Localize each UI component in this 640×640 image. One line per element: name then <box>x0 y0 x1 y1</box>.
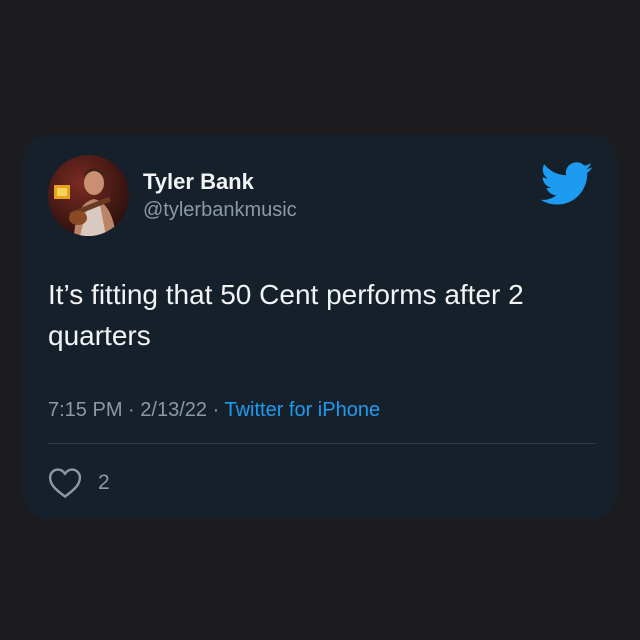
display-name[interactable]: Tyler Bank <box>143 169 254 195</box>
tweet-text: It’s fitting that 50 Cent performs after… <box>48 279 524 351</box>
tweet-metadata: 7:15 PM · 2/13/22 · Twitter for iPhone <box>48 399 380 422</box>
avatar-photo <box>48 155 129 236</box>
twitter-bird-icon[interactable] <box>540 162 594 206</box>
like-action[interactable]: 2 <box>48 467 110 499</box>
meta-separator: · <box>128 399 135 421</box>
divider <box>48 443 596 444</box>
avatar[interactable] <box>48 155 129 236</box>
tweet-date[interactable]: 2/13/22 <box>140 399 207 421</box>
meta-separator: · <box>212 399 220 421</box>
user-handle[interactable]: @tylerbankmusic <box>143 199 297 222</box>
page: Tyler Bank @tylerbankmusic It’s fitting … <box>0 0 640 640</box>
like-count: 2 <box>98 471 110 494</box>
tweet-source[interactable]: Twitter for iPhone <box>224 399 380 421</box>
heart-icon[interactable] <box>48 467 82 499</box>
tweet-card: Tyler Bank @tylerbankmusic It’s fitting … <box>22 135 618 519</box>
tweet-time[interactable]: 7:15 PM <box>48 399 122 421</box>
